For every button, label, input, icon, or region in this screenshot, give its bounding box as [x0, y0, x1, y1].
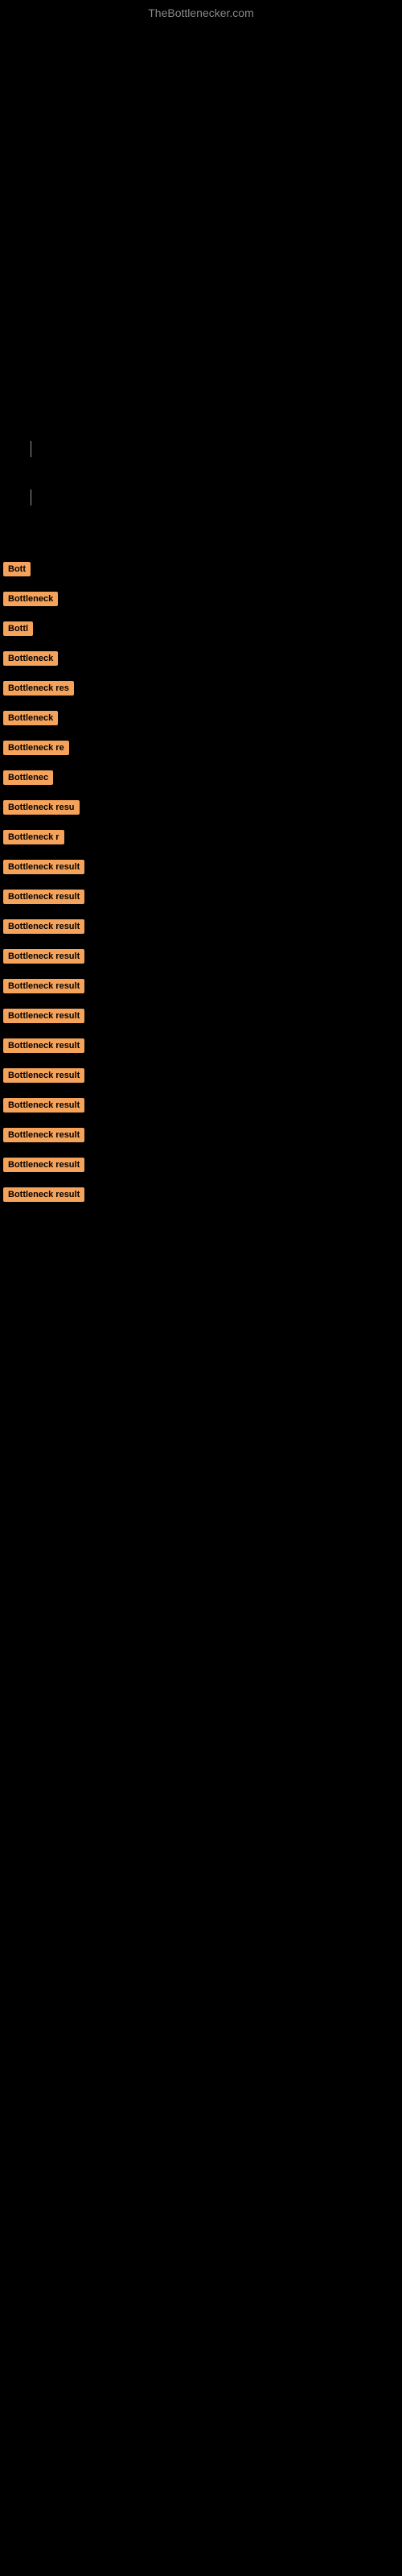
result-item-12: Bottleneck result	[0, 890, 402, 908]
result-label-17[interactable]: Bottleneck result	[3, 1038, 84, 1053]
result-label-7[interactable]: Bottleneck re	[3, 741, 69, 755]
result-label-18[interactable]: Bottleneck result	[3, 1068, 84, 1083]
result-label-19[interactable]: Bottleneck result	[3, 1098, 84, 1113]
result-label-12[interactable]: Bottleneck result	[3, 890, 84, 904]
result-label-2[interactable]: Bottleneck	[3, 592, 58, 606]
result-item-10: Bottleneck r	[0, 830, 402, 848]
result-item-19: Bottleneck result	[0, 1098, 402, 1117]
result-label-6[interactable]: Bottleneck	[3, 711, 58, 725]
result-item-11: Bottleneck result	[0, 860, 402, 878]
result-item-18: Bottleneck result	[0, 1068, 402, 1087]
chart-area	[0, 23, 402, 506]
result-item-5: Bottleneck res	[0, 681, 402, 700]
results-section: Bott Bottleneck Bottl Bottleneck Bottleneck …	[0, 554, 402, 1206]
result-item-16: Bottleneck result	[0, 1009, 402, 1027]
site-title: TheBottlenecker.com	[0, 0, 402, 23]
result-item-14: Bottleneck result	[0, 949, 402, 968]
result-item-8: Bottlenec	[0, 770, 402, 789]
result-item-3: Bottl	[0, 621, 402, 640]
result-item-13: Bottleneck result	[0, 919, 402, 938]
result-item-9: Bottleneck resu	[0, 800, 402, 819]
result-label-22[interactable]: Bottleneck result	[3, 1187, 84, 1202]
result-label-1[interactable]: Bott	[3, 562, 31, 576]
result-item-22: Bottleneck result	[0, 1187, 402, 1206]
result-label-14[interactable]: Bottleneck result	[3, 949, 84, 964]
result-label-10[interactable]: Bottleneck r	[3, 830, 64, 844]
site-header: TheBottlenecker.com	[0, 0, 402, 23]
result-item-17: Bottleneck result	[0, 1038, 402, 1057]
result-item-21: Bottleneck result	[0, 1158, 402, 1176]
result-label-20[interactable]: Bottleneck result	[3, 1128, 84, 1142]
result-label-4[interactable]: Bottleneck	[3, 651, 58, 666]
result-item-6: Bottleneck	[0, 711, 402, 729]
result-label-8[interactable]: Bottlenec	[3, 770, 53, 785]
result-label-13[interactable]: Bottleneck result	[3, 919, 84, 934]
result-label-3[interactable]: Bottl	[3, 621, 33, 636]
result-label-21[interactable]: Bottleneck result	[3, 1158, 84, 1172]
result-item-15: Bottleneck result	[0, 979, 402, 997]
spacer-2	[0, 530, 402, 554]
result-item-2: Bottleneck	[0, 592, 402, 610]
result-label-5[interactable]: Bottleneck res	[3, 681, 74, 696]
result-item-7: Bottleneck re	[0, 741, 402, 759]
result-item-1: Bott	[0, 562, 402, 580]
result-label-9[interactable]: Bottleneck resu	[3, 800, 80, 815]
result-item-4: Bottleneck	[0, 651, 402, 670]
result-label-11[interactable]: Bottleneck result	[3, 860, 84, 874]
result-label-16[interactable]: Bottleneck result	[3, 1009, 84, 1023]
result-item-20: Bottleneck result	[0, 1128, 402, 1146]
spacer-1	[0, 506, 402, 530]
result-label-15[interactable]: Bottleneck result	[3, 979, 84, 993]
